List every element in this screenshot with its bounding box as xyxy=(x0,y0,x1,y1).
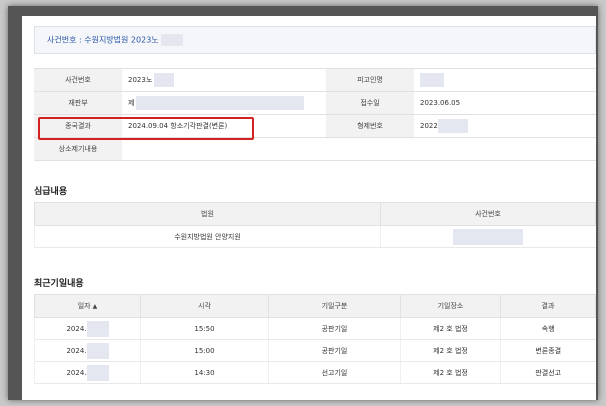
info-row: 상소제기내용 xyxy=(34,137,596,161)
place-cell: 제2 호 법정 xyxy=(400,317,501,340)
column-header: 결과 xyxy=(500,294,596,318)
info-value: 2022 xyxy=(414,114,596,138)
recent-hearings-title: 최근기일내용 xyxy=(34,279,84,289)
date-cell: 2024. xyxy=(34,339,141,362)
screenshot-frame: 사건번호 : 수원지방법원 2023노 사건번호 2023노 피고인명 재판부 … xyxy=(8,6,598,400)
info-label: 재판부 xyxy=(34,91,122,115)
table-header-row: 일자 ▲ 시각 기일구분 기일장소 결과 xyxy=(34,294,596,318)
info-value xyxy=(122,137,326,161)
type-cell: 공판기일 xyxy=(268,317,401,340)
info-value: 제 xyxy=(122,91,326,115)
result-cell: 속행 xyxy=(500,317,596,340)
lower-court-title: 심급내용 xyxy=(34,187,68,197)
case-detail-page: 사건번호 : 수원지방법원 2023노 사건번호 2023노 피고인명 재판부 … xyxy=(22,16,596,400)
info-value: 2023노 xyxy=(122,68,326,92)
time-cell: 15:00 xyxy=(140,339,269,362)
info-label: 사건번호 xyxy=(34,68,122,92)
court-cell: 수원지방법원 안양지원 xyxy=(34,225,381,248)
column-header: 법원 xyxy=(34,202,381,226)
column-header: 사건번호 xyxy=(380,202,596,226)
table-row: 2024. 14:30 선고기일 제2 호 법정 판결선고 xyxy=(34,361,596,384)
sort-ascending-icon: ▲ xyxy=(92,303,98,310)
table-header-row: 법원 사건번호 xyxy=(34,202,596,226)
case-no-cell xyxy=(380,225,596,248)
case-number-header: 사건번호 : 수원지방법원 2023노 xyxy=(34,26,596,54)
info-label: 접수일 xyxy=(326,91,414,115)
info-label: 형제번호 xyxy=(326,114,414,138)
type-cell: 선고기일 xyxy=(268,361,401,384)
table-row: 2024. 15:50 공판기일 제2 호 법정 속행 xyxy=(34,317,596,340)
place-cell: 제2 호 법정 xyxy=(400,339,501,362)
time-cell: 14:30 xyxy=(140,361,269,384)
info-row: 재판부 제 접수일 2023.06.05 xyxy=(34,91,596,115)
date-cell: 2024. xyxy=(34,361,141,384)
place-cell: 제2 호 법정 xyxy=(400,361,501,384)
hearings-table: 일자 ▲ 시각 기일구분 기일장소 결과 2024. 15:50 공판기일 제2 … xyxy=(34,294,596,384)
time-cell: 15:50 xyxy=(140,317,269,340)
column-header: 기일구분 xyxy=(268,294,401,318)
info-label: 상소제기내용 xyxy=(34,137,122,161)
case-number-label: 사건번호 : 수원지방법원 2023노 xyxy=(47,35,159,45)
final-result-value: 2024.09.04 항소기각판결(변론) xyxy=(122,114,326,138)
info-row: 종국결과 2024.09.04 항소기각판결(변론) 형제번호 2022 xyxy=(34,114,596,138)
lower-court-table: 법원 사건번호 수원지방법원 안양지원 xyxy=(34,202,596,248)
info-label: 피고인명 xyxy=(326,68,414,92)
info-value: 2023.06.05 xyxy=(414,91,596,115)
type-cell: 공판기일 xyxy=(268,339,401,362)
info-label: 종국결과 xyxy=(34,114,122,138)
info-value xyxy=(326,137,414,161)
case-info-table: 사건번호 2023노 피고인명 재판부 제 접수일 2023.06.05 종국결… xyxy=(34,68,596,161)
result-cell: 변론종결 xyxy=(500,339,596,362)
table-row: 수원지방법원 안양지원 xyxy=(34,225,596,248)
sort-date-header[interactable]: 일자 ▲ xyxy=(34,294,141,318)
case-number-title: 사건번호 : 수원지방법원 2023노 xyxy=(47,34,184,46)
column-header: 시각 xyxy=(140,294,269,318)
table-row: 2024. 15:00 공판기일 제2 호 법정 변론종결 xyxy=(34,339,596,362)
column-header: 기일장소 xyxy=(400,294,501,318)
date-cell: 2024. xyxy=(34,317,141,340)
info-value xyxy=(414,137,596,161)
result-cell: 판결선고 xyxy=(500,361,596,384)
info-value xyxy=(414,68,596,92)
redacted-block xyxy=(161,34,184,46)
info-row: 사건번호 2023노 피고인명 xyxy=(34,68,596,92)
